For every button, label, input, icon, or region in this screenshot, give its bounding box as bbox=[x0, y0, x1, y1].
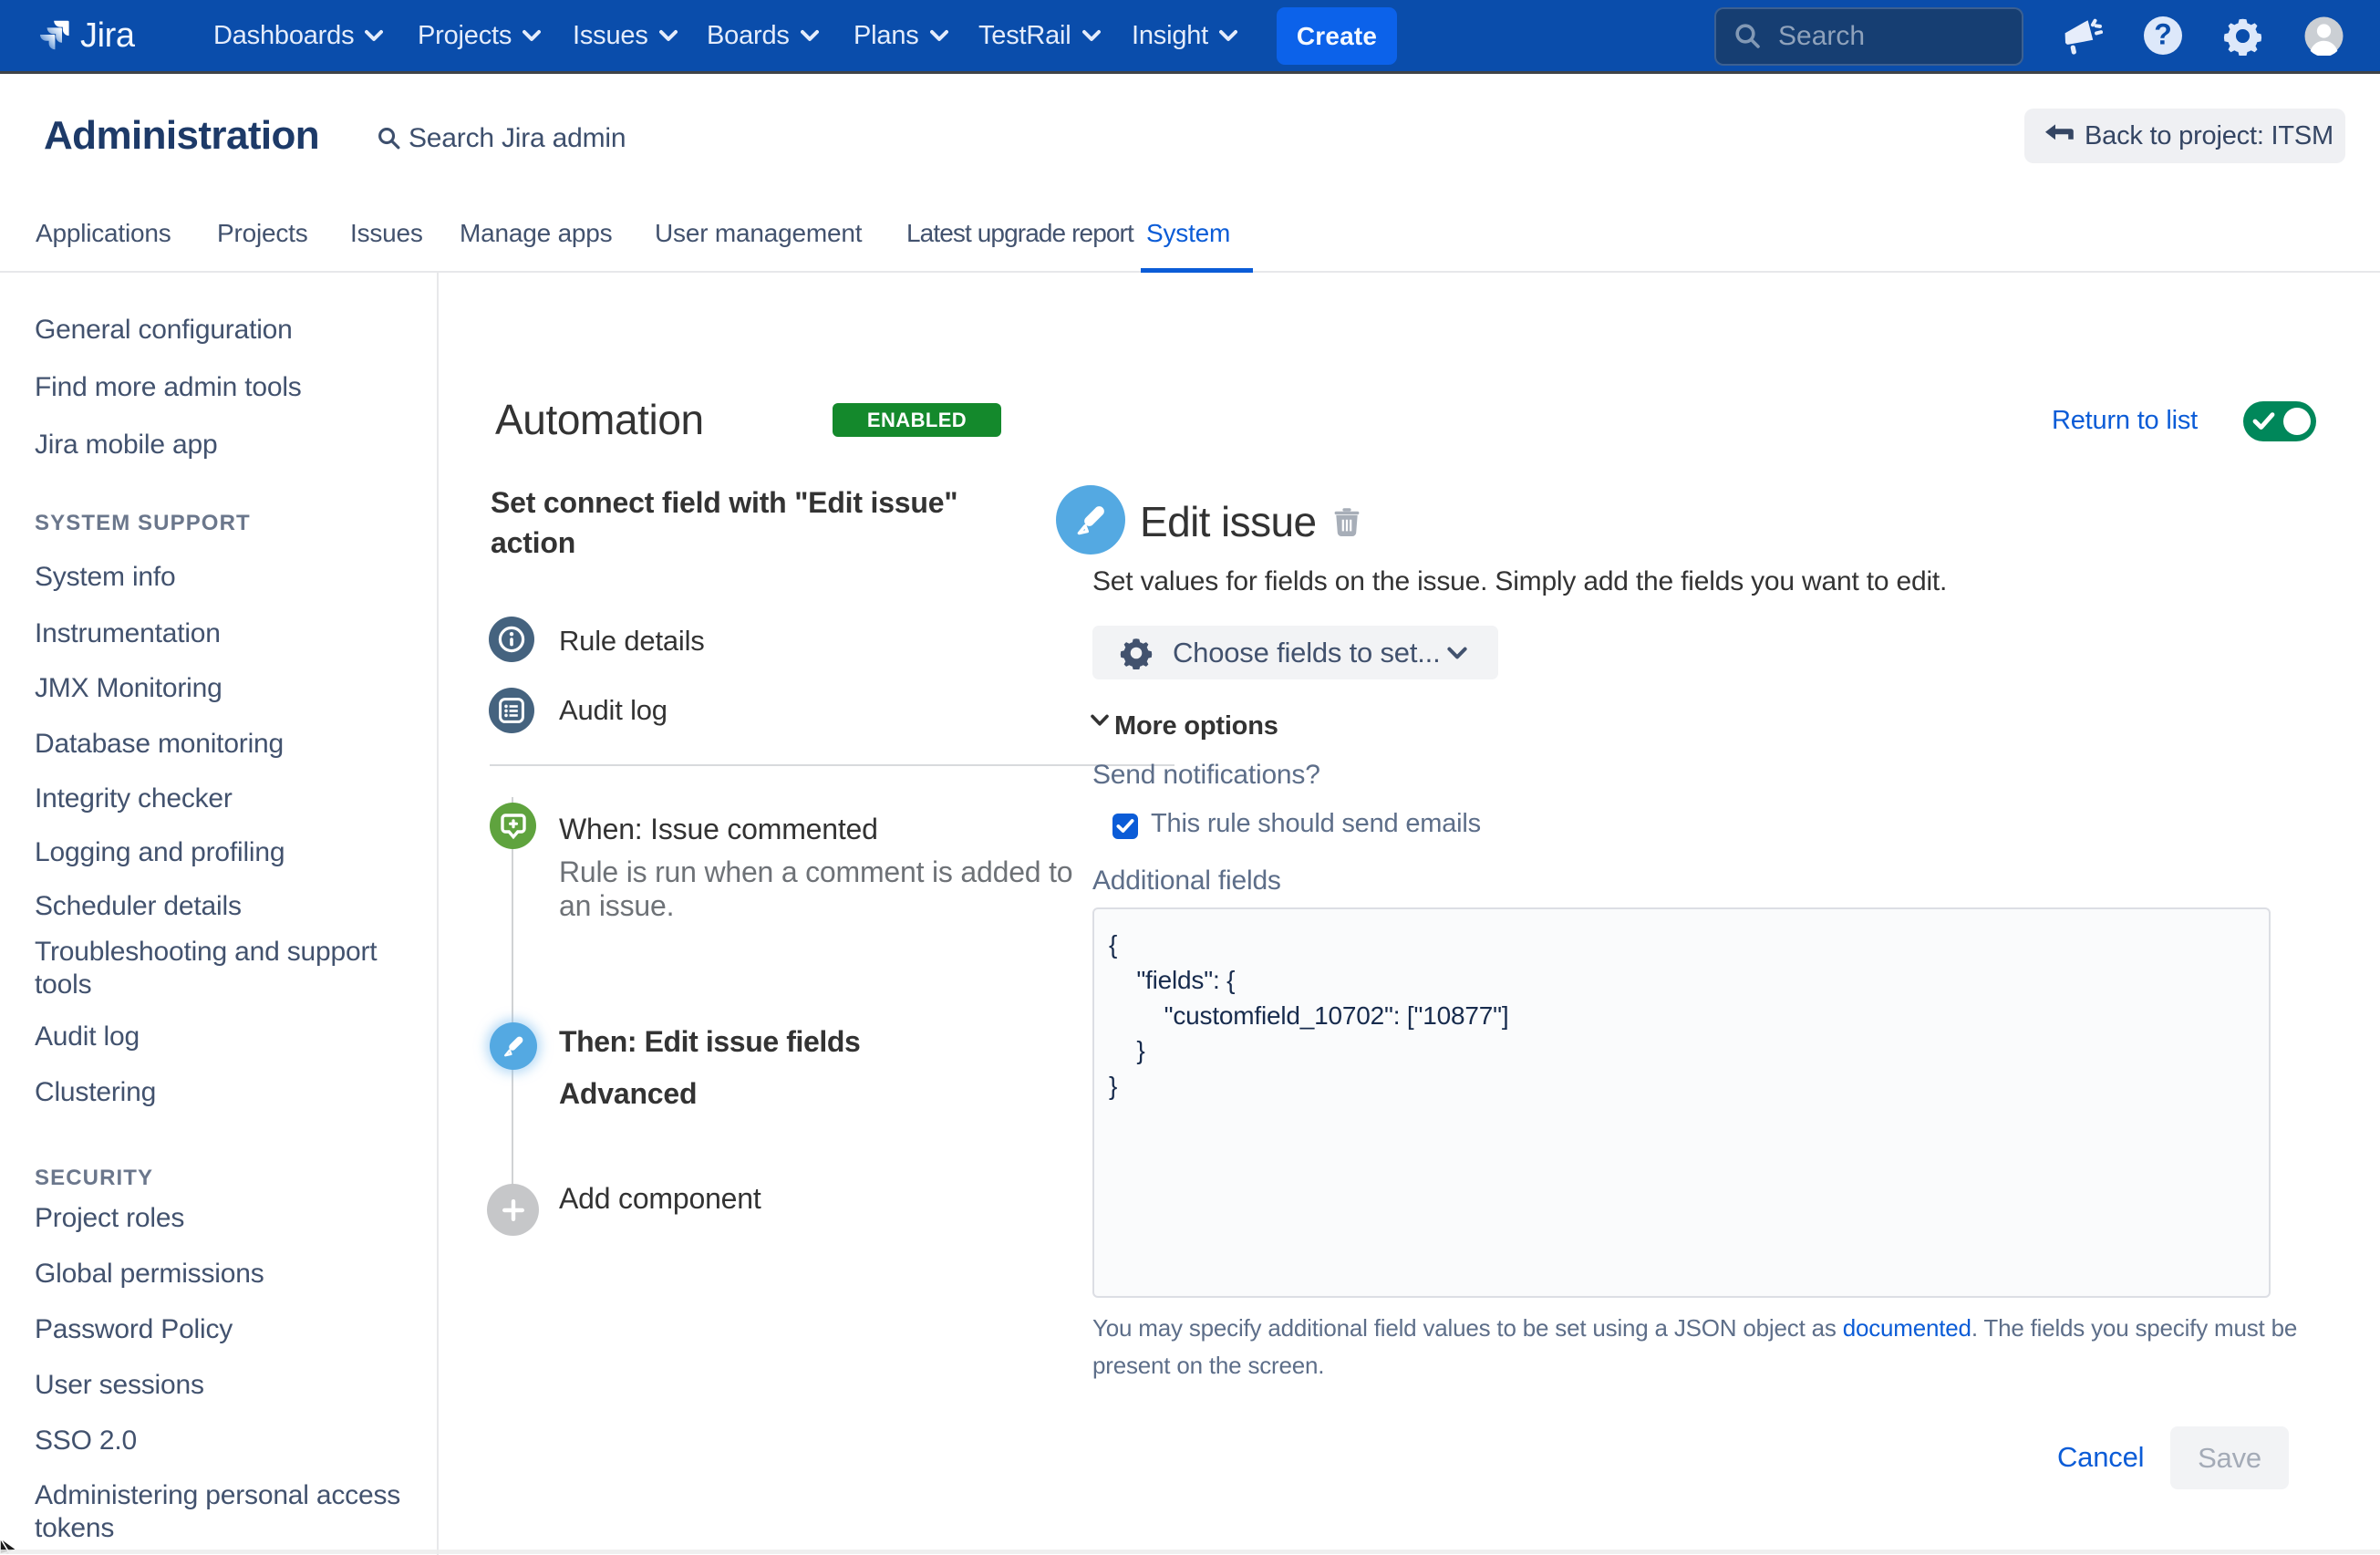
svg-text:?: ? bbox=[2154, 17, 2172, 50]
